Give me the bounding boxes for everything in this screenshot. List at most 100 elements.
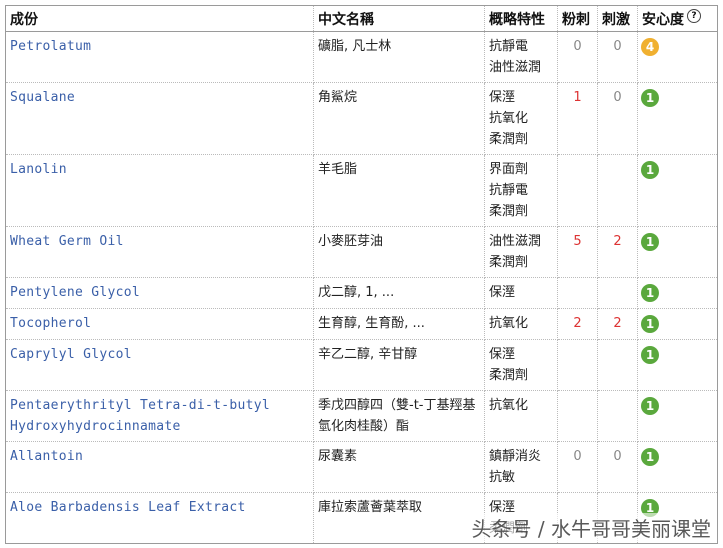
ingredient-link[interactable]: Tocopherol xyxy=(10,316,91,331)
acne-rating: 2 xyxy=(557,308,598,340)
safety-cell: 1 xyxy=(637,441,718,493)
ingredient-link[interactable]: Wheat Germ Oil xyxy=(10,234,124,249)
property-item: 鎮靜消炎 xyxy=(489,449,542,464)
header-irritation[interactable]: 刺激 xyxy=(597,5,638,32)
safety-cell: 1 xyxy=(637,390,718,442)
properties-cell: 保溼 抗氧化 柔潤劑 xyxy=(484,82,558,155)
acne-rating xyxy=(557,339,598,391)
watermark: 头条号 / 水牛哥哥美丽课堂 xyxy=(469,513,713,542)
ingredient-cell: Allantoin xyxy=(5,441,314,493)
chinese-name-cell: 角鯊烷 xyxy=(313,82,485,155)
irritation-rating xyxy=(597,277,638,309)
safety-cell: 1 xyxy=(637,82,718,155)
table-row: Squalane 角鯊烷 保溼 抗氧化 柔潤劑 1 0 1 xyxy=(5,82,718,155)
irritation-rating: 0 xyxy=(597,441,638,493)
safety-cell: 1 xyxy=(637,154,718,227)
safety-badge[interactable]: 1 xyxy=(641,284,659,302)
property-item: 柔潤劑 xyxy=(489,132,529,147)
properties-cell: 抗氧化 xyxy=(484,308,558,340)
acne-rating xyxy=(557,154,598,227)
irritation-rating: 2 xyxy=(597,226,638,278)
irritation-rating: 0 xyxy=(597,31,638,83)
safety-badge[interactable]: 1 xyxy=(641,161,659,179)
safety-badge[interactable]: 1 xyxy=(641,346,659,364)
properties-cell: 抗氧化 xyxy=(484,390,558,442)
property-item: 油性滋潤 xyxy=(489,234,542,249)
safety-badge[interactable]: 1 xyxy=(641,315,659,333)
property-item: 保溼 xyxy=(489,347,516,362)
safety-cell: 1 xyxy=(637,226,718,278)
safety-badge[interactable]: 1 xyxy=(641,233,659,251)
properties-cell: 鎮靜消炎 抗敏 xyxy=(484,441,558,493)
ingredient-link[interactable]: Allantoin xyxy=(10,449,83,464)
acne-rating: 0 xyxy=(557,441,598,493)
table-row: Pentaerythrityl Tetra-di-t-butyl Hydroxy… xyxy=(5,390,718,442)
property-item: 抗氧化 xyxy=(489,398,529,413)
acne-rating: 1 xyxy=(557,82,598,155)
irritation-rating: 2 xyxy=(597,308,638,340)
property-item: 柔潤劑 xyxy=(489,368,529,383)
ingredient-cell: Petrolatum xyxy=(5,31,314,83)
acne-rating xyxy=(557,390,598,442)
table-row: Pentylene Glycol 戊二醇, 1, ... 保溼 1 xyxy=(5,277,718,309)
table-row: Allantoin 尿囊素 鎮靜消炎 抗敏 0 0 1 xyxy=(5,441,718,493)
chinese-name-cell: 羊毛脂 xyxy=(313,154,485,227)
ingredient-cell: Pentylene Glycol xyxy=(5,277,314,309)
ingredient-link[interactable]: Squalane xyxy=(10,90,75,105)
ingredient-cell: Aloe Barbadensis Leaf Extract xyxy=(5,492,314,544)
property-item: 保溼 xyxy=(489,90,516,105)
irritation-rating xyxy=(597,390,638,442)
help-icon[interactable]: ? xyxy=(687,8,701,23)
property-item: 保溼 xyxy=(489,285,516,300)
property-item: 柔潤劑 xyxy=(489,204,529,219)
ingredient-link[interactable]: Caprylyl Glycol xyxy=(10,347,132,362)
ingredient-link[interactable]: Pentaerythrityl Tetra-di-t-butyl Hydroxy… xyxy=(10,398,270,434)
chinese-name-cell: 庫拉索蘆薈葉萃取 xyxy=(313,492,485,544)
acne-rating: 0 xyxy=(557,31,598,83)
property-item: 抗氧化 xyxy=(489,316,529,331)
ingredient-cell: Tocopherol xyxy=(5,308,314,340)
ingredient-table: 成份 中文名稱 概略特性 粉刺 刺激 安心度? Petrolatum 礦脂, 凡士… xyxy=(5,5,718,544)
property-item: 柔潤劑 xyxy=(489,255,529,270)
property-item: 油性滋潤 xyxy=(489,60,542,75)
properties-cell: 界面劑 抗靜電 柔潤劑 xyxy=(484,154,558,227)
header-properties[interactable]: 概略特性 xyxy=(484,5,558,32)
chinese-name-cell: 辛乙二醇, 辛甘醇 xyxy=(313,339,485,391)
chinese-name-cell: 礦脂, 凡士林 xyxy=(313,31,485,83)
ingredient-cell: Squalane xyxy=(5,82,314,155)
chinese-name-cell: 戊二醇, 1, ... xyxy=(313,277,485,309)
acne-rating xyxy=(557,277,598,309)
header-chinese-name[interactable]: 中文名稱 xyxy=(313,5,485,32)
safety-badge[interactable]: 1 xyxy=(641,397,659,415)
ingredient-link[interactable]: Lanolin xyxy=(10,162,67,177)
header-ingredient[interactable]: 成份 xyxy=(5,5,314,32)
irritation-rating xyxy=(597,154,638,227)
properties-cell: 保溼 xyxy=(484,277,558,309)
ingredient-link[interactable]: Aloe Barbadensis Leaf Extract xyxy=(10,500,246,515)
ingredient-cell: Lanolin xyxy=(5,154,314,227)
header-acne[interactable]: 粉刺 xyxy=(557,5,598,32)
safety-badge[interactable]: 4 xyxy=(641,38,659,56)
property-item: 抗氧化 xyxy=(489,111,529,126)
safety-cell: 1 xyxy=(637,277,718,309)
properties-cell: 抗靜電 油性滋潤 xyxy=(484,31,558,83)
ingredient-link[interactable]: Petrolatum xyxy=(10,39,91,54)
safety-badge[interactable]: 1 xyxy=(641,448,659,466)
header-safety-label: 安心度 xyxy=(642,11,684,28)
property-item: 抗敏 xyxy=(489,470,516,485)
table-row: Wheat Germ Oil 小麥胚芽油 油性滋潤 柔潤劑 5 2 1 xyxy=(5,226,718,278)
ingredient-cell: Wheat Germ Oil xyxy=(5,226,314,278)
properties-cell: 油性滋潤 柔潤劑 xyxy=(484,226,558,278)
safety-cell: 1 xyxy=(637,339,718,391)
irritation-rating: 0 xyxy=(597,82,638,155)
chinese-name-cell: 季戊四醇四（雙-t-丁基羥基氫化肉桂酸）酯 xyxy=(313,390,485,442)
safety-cell: 1 xyxy=(637,308,718,340)
ingredient-link[interactable]: Pentylene Glycol xyxy=(10,285,140,300)
header-row: 成份 中文名稱 概略特性 粉刺 刺激 安心度? xyxy=(5,5,718,32)
header-safety[interactable]: 安心度? xyxy=(637,5,718,32)
property-item: 界面劑 xyxy=(489,162,529,177)
chinese-name-cell: 小麥胚芽油 xyxy=(313,226,485,278)
table-row: Lanolin 羊毛脂 界面劑抗靜電柔潤劑 1 xyxy=(5,154,718,227)
safety-badge[interactable]: 1 xyxy=(641,89,659,107)
property-item: 抗靜電 xyxy=(489,183,529,198)
